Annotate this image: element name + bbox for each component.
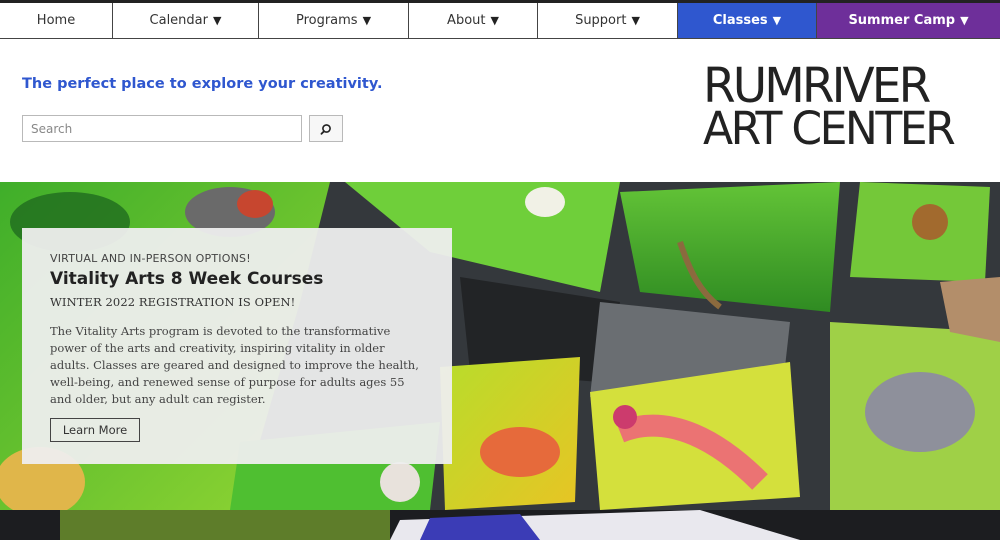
nav-summer-camp[interactable]: Summer Camp ▼ (817, 3, 1000, 38)
hero-feature-card: VIRTUAL AND IN-PERSON OPTIONS! Vitality … (22, 228, 452, 464)
painting-strip-image (0, 510, 1000, 540)
chevron-down-icon: ▼ (772, 14, 782, 27)
nav-support-label: Support (575, 13, 627, 28)
site-tagline: The perfect place to explore your creati… (22, 76, 383, 92)
search-button[interactable] (309, 115, 343, 142)
chevron-down-icon: ▼ (631, 14, 640, 27)
chevron-down-icon: ▼ (490, 14, 499, 27)
card-eyebrow: VIRTUAL AND IN-PERSON OPTIONS! (50, 252, 251, 265)
nav-calendar-label: Calendar (149, 13, 208, 28)
site-logo[interactable]: RUMRIVER ART CENTER (703, 62, 983, 155)
nav-classes-label: Classes (712, 13, 768, 28)
nav-summer-camp-label: Summer Camp (848, 13, 956, 28)
nav-programs-label: Programs (295, 13, 358, 28)
nav-calendar[interactable]: Calendar ▼ (113, 3, 259, 38)
nav-home-label: Home (36, 13, 76, 28)
logo-line-art-center: ART CENTER (703, 102, 956, 155)
learn-more-button[interactable]: Learn More (50, 418, 140, 442)
secondary-image-strip (0, 510, 1000, 540)
nav-home[interactable]: Home (0, 3, 113, 38)
chevron-down-icon: ▼ (960, 14, 969, 27)
chevron-down-icon: ▼ (213, 14, 222, 27)
nav-support[interactable]: Support ▼ (538, 3, 678, 38)
card-subtitle: WINTER 2022 REGISTRATION IS OPEN! (50, 295, 296, 309)
nav-classes[interactable]: Classes ▼ (678, 3, 817, 38)
nav-about[interactable]: About ▼ (409, 3, 538, 38)
main-nav: Home Calendar ▼ Programs ▼ About ▼ Suppo… (0, 0, 1000, 39)
chevron-down-icon: ▼ (362, 14, 372, 27)
nav-about-label: About (447, 13, 486, 28)
search-input[interactable] (22, 115, 302, 142)
nav-programs[interactable]: Programs ▼ (259, 3, 409, 38)
search-icon (320, 123, 331, 135)
card-description: The Vitality Arts program is devoted to … (50, 324, 419, 406)
card-title: Vitality Arts 8 Week Courses (50, 269, 324, 289)
